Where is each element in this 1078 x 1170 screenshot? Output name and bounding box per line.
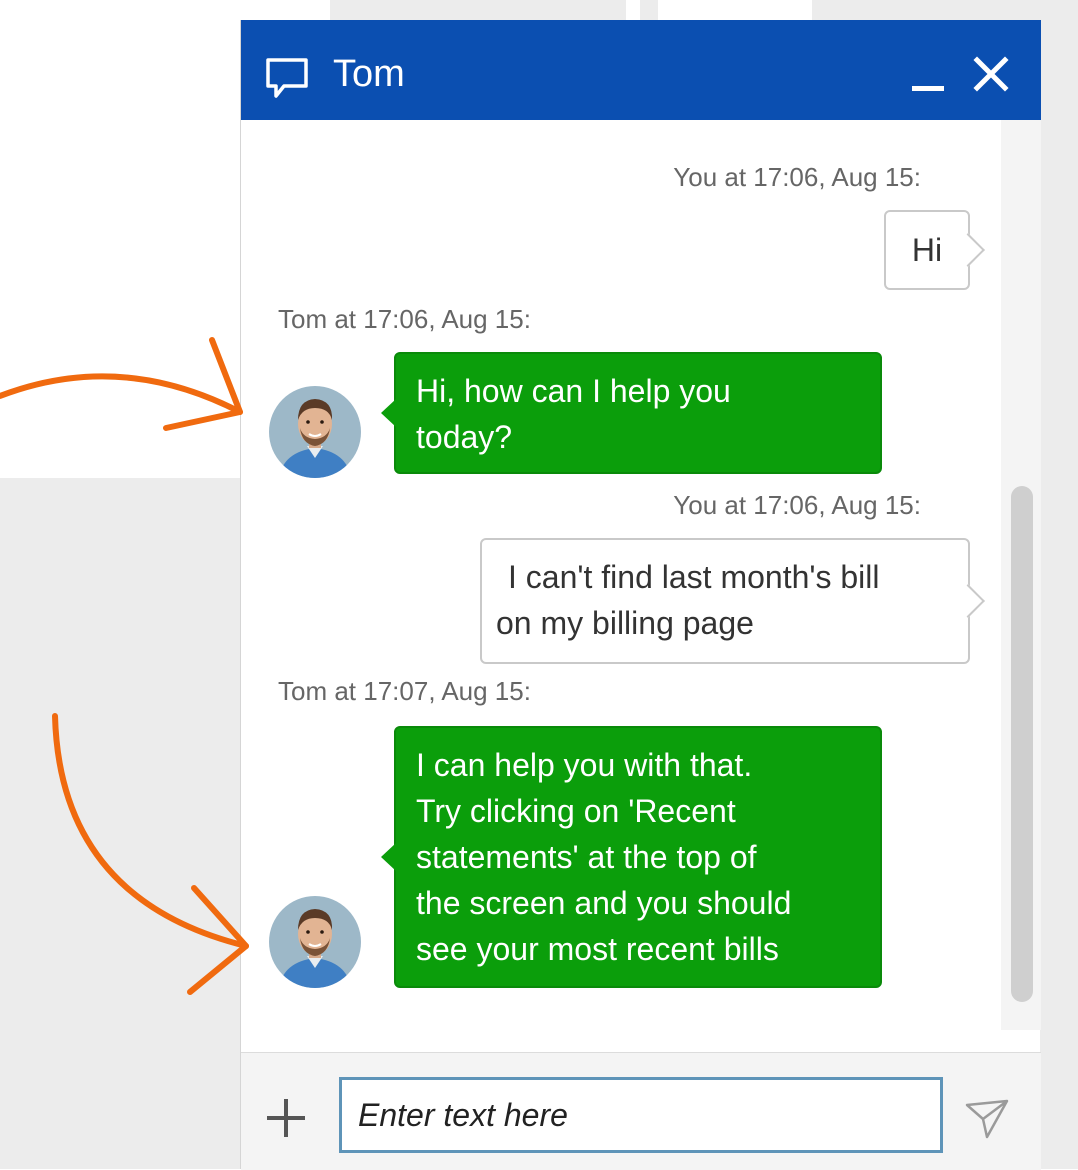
message-input[interactable] — [339, 1077, 943, 1153]
message-meta: You at 17:06, Aug 15: — [673, 162, 921, 192]
message-line: I can help you with that. — [416, 747, 753, 783]
send-button[interactable] — [963, 1097, 1011, 1141]
message-composer — [241, 1052, 1041, 1170]
message-list[interactable]: You at 17:06, Aug 15: Hi Tom at 17:06, A… — [241, 120, 1001, 1032]
message-meta: You at 17:06, Aug 15: — [673, 490, 921, 520]
message-meta: Tom at 17:07, Aug 15: — [278, 676, 531, 706]
background-strip — [640, 0, 658, 20]
message-text: Hi — [911, 232, 943, 268]
agent-avatar-image — [269, 386, 361, 478]
message-line: today? — [416, 419, 513, 455]
message-line: I can't find last month's bill — [508, 559, 880, 595]
message-line: Hi, how can I help you — [416, 373, 731, 409]
avatar — [269, 386, 361, 478]
message-line: see your most recent bills — [416, 931, 779, 967]
chat-bubble-icon — [266, 58, 308, 98]
background-top-left — [0, 0, 240, 478]
avatar — [269, 896, 361, 988]
chat-window: Tom You at 17:06, Aug 15: Hi Tom at 17:0… — [240, 20, 1041, 1170]
background-bottom-left — [0, 478, 240, 1169]
message-line: on my billing page — [496, 605, 754, 641]
agent-avatar-image — [269, 896, 361, 988]
message-line: Try clicking on 'Recent — [416, 793, 736, 829]
close-button[interactable] — [969, 52, 1013, 96]
background-strip — [330, 0, 626, 20]
incoming-message: Hi, how can I help you today? — [381, 352, 882, 474]
background-right — [1040, 0, 1078, 1169]
background-strip — [812, 0, 1078, 20]
incoming-message: I can help you with that. Try clicking o… — [381, 726, 882, 988]
message-meta: Tom at 17:06, Aug 15: — [278, 304, 531, 334]
chat-title: Tom — [333, 53, 405, 95]
message-line: statements' at the top of — [416, 839, 757, 875]
outgoing-message: I can't find last month's bill on my bil… — [480, 538, 970, 664]
add-attachment-button[interactable] — [263, 1095, 309, 1141]
outgoing-message: Hi — [884, 210, 970, 290]
chat-title-bar: Tom — [241, 20, 1041, 120]
message-line: the screen and you should — [416, 885, 792, 921]
minimize-button[interactable] — [906, 56, 950, 100]
minimize-icon — [912, 86, 944, 91]
scrollbar-thumb[interactable] — [1011, 486, 1033, 1002]
